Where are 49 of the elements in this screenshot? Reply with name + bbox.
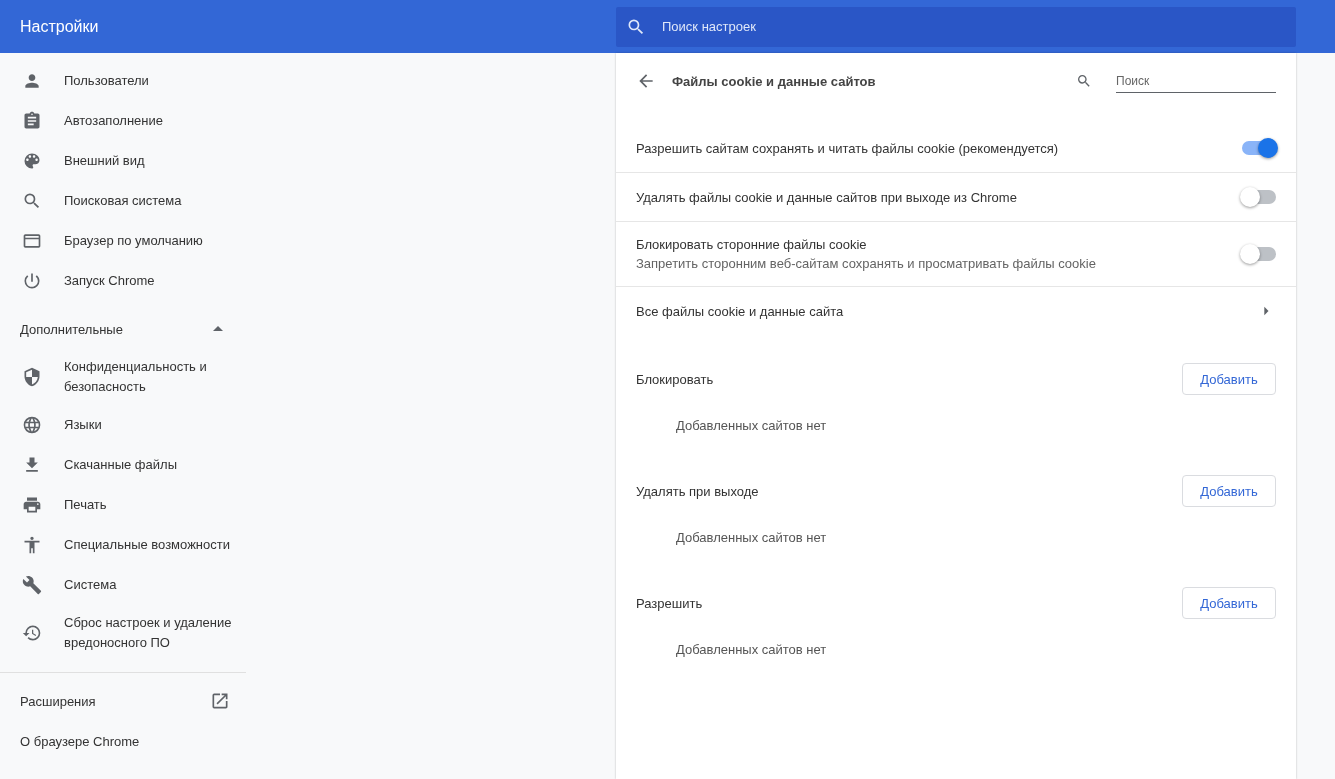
sidebar-link[interactable]: О браузере Chrome	[20, 733, 140, 749]
toggle-switch[interactable]	[1242, 247, 1276, 261]
power-icon	[22, 271, 42, 291]
setting-label: Разрешить сайтам сохранять и читать файлы cookie (рекомендуется)	[636, 140, 1059, 156]
setting-link[interactable]: Все файлы cookie и данные сайта	[636, 303, 844, 319]
setting-label: Блокировать сторонние файлы cookie	[636, 237, 867, 252]
list-heading: Разрешить	[636, 595, 703, 611]
sidebar-item[interactable]: Запуск Chrome	[64, 271, 238, 291]
sidebar-item[interactable]: Языки	[64, 415, 238, 435]
shield-icon	[22, 367, 42, 387]
setting-label: Удалять файлы cookie и данные сайтов при выходе из Chrome	[636, 189, 1017, 205]
clipboard-icon	[22, 111, 42, 131]
palette-icon	[22, 151, 42, 171]
external-link-icon	[210, 691, 230, 711]
section-title: Файлы cookie и данные сайтов	[672, 73, 877, 89]
page-title: Настройки	[19, 17, 100, 36]
list-heading: Удалять при выходе	[636, 483, 759, 499]
sidebar-item[interactable]: Автозаполнение	[64, 111, 238, 131]
sidebar-item[interactable]: Конфиденциальность и безопасность	[64, 357, 238, 397]
clock-arrow-icon	[22, 623, 42, 643]
add-button[interactable]: Добавить	[1182, 587, 1276, 619]
search-icon	[1076, 73, 1092, 89]
sidebar-item[interactable]: Скачанные файлы	[64, 455, 238, 475]
sidebar-item[interactable]: Система	[64, 575, 238, 595]
setting-description: Запретить сторонним веб-сайтам сохранять и просматривать файлы cookie	[636, 256, 1096, 271]
advanced-section-toggle[interactable]: Дополнительные	[20, 321, 123, 337]
sidebar-link[interactable]: Расширения	[20, 693, 96, 709]
toggle-switch[interactable]	[1242, 190, 1276, 204]
sidebar-item[interactable]: Печать	[64, 495, 238, 515]
sidebar-item[interactable]: Браузер по умолчанию	[64, 231, 238, 251]
empty-list-message: Добавленных сайтов нет	[676, 417, 827, 433]
browser-window-icon	[22, 231, 42, 251]
sidebar-item[interactable]: Сброс настроек и удаление вредоносного ПО	[64, 613, 238, 653]
list-heading: Блокировать	[636, 371, 714, 387]
sidebar-item[interactable]: Внешний вид	[64, 151, 238, 171]
add-button[interactable]: Добавить	[1182, 475, 1276, 507]
empty-list-message: Добавленных сайтов нет	[676, 529, 827, 545]
wrench-icon	[22, 575, 42, 595]
accessibility-icon	[22, 535, 42, 555]
printer-icon	[22, 495, 42, 515]
sidebar-item[interactable]: Специальные возможности	[64, 535, 238, 555]
globe-icon	[22, 415, 42, 435]
sidebar-item[interactable]: Пользователи	[64, 71, 238, 91]
sidebar-item[interactable]: Поисковая система	[64, 191, 238, 211]
search-icon	[22, 191, 42, 211]
settings-search-field[interactable]: Поиск настроек	[616, 6, 1296, 47]
toggle-switch[interactable]	[1242, 141, 1276, 155]
empty-list-message: Добавленных сайтов нет	[676, 641, 827, 657]
add-button[interactable]: Добавить	[1182, 363, 1276, 395]
